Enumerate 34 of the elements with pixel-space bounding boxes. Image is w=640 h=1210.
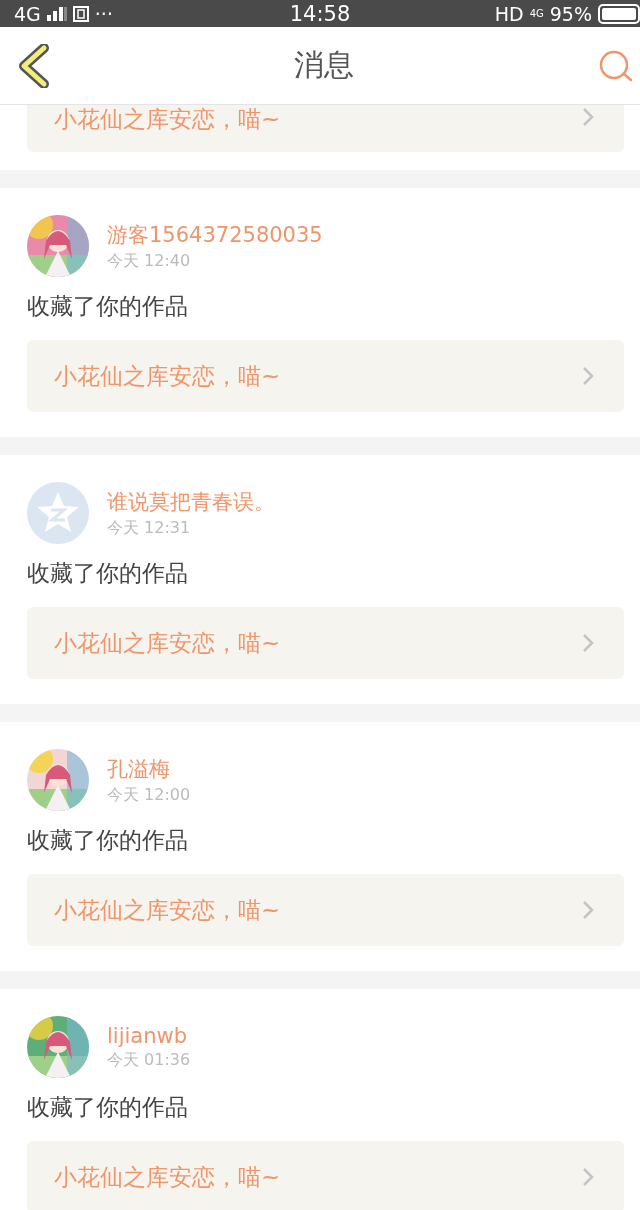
hd-label: HD <box>494 2 524 25</box>
back-icon[interactable] <box>18 43 50 88</box>
work-link[interactable]: 小花仙之库安恋，喵~ <box>27 340 624 412</box>
status-time: 14:58 <box>289 1 351 26</box>
battery-icon <box>598 3 640 24</box>
work-link[interactable]: 小花仙之库安恋，喵~ <box>27 105 624 152</box>
chevron-icon <box>582 107 594 127</box>
page-title: 消息 <box>294 46 354 84</box>
message-time: 今天 12:40 <box>107 250 192 272</box>
more-dots: ··· <box>94 2 113 25</box>
default-avatar-icon <box>27 482 89 544</box>
battery-percent: 95% <box>549 2 592 25</box>
network-label: 4G <box>529 8 544 19</box>
user-name[interactable]: 游客1564372580035 <box>107 220 323 249</box>
work-link[interactable]: 小花仙之库安恋，喵~ <box>27 874 624 946</box>
chevron-icon <box>582 366 594 386</box>
message-text: 收藏了你的作品 <box>27 559 189 588</box>
message-time: 今天 12:00 <box>107 784 191 806</box>
chevron-icon <box>582 900 594 920</box>
user-name[interactable]: lijianwb <box>107 1023 191 1048</box>
chevron-icon <box>582 633 594 653</box>
user-name[interactable]: 谁说莫把青春误。 <box>107 487 275 516</box>
chevron-icon <box>582 1167 594 1187</box>
message-time: 今天 12:31 <box>107 517 192 539</box>
message-text: 收藏了你的作品 <box>27 826 189 855</box>
message-text: 收藏了你的作品 <box>27 292 189 321</box>
work-link[interactable]: 小花仙之库安恋，喵~ <box>27 1141 624 1210</box>
message-text: 收藏了你的作品 <box>27 1093 189 1122</box>
signal-icon <box>46 6 67 21</box>
sim-icon <box>72 5 89 22</box>
network-label: 4G <box>14 2 41 25</box>
work-link[interactable]: 小花仙之库安恋，喵~ <box>27 607 624 679</box>
message-time: 今天 01:36 <box>107 1049 191 1071</box>
user-name[interactable]: 孔溢梅 <box>107 754 191 783</box>
